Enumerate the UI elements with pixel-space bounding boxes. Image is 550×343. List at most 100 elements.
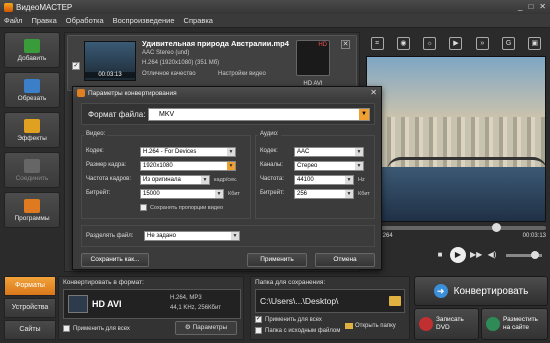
cut-icon: [24, 78, 40, 93]
file-item[interactable]: ✓ 00:03:13 Удивительная природа Австрали…: [67, 35, 357, 91]
format-audio-spec: 44,1 KHz, 256Кбит: [170, 305, 222, 311]
speed-icon[interactable]: »: [475, 36, 489, 50]
video-settings-link[interactable]: Настройки видео: [218, 71, 266, 77]
brightness-icon[interactable]: ☼: [423, 36, 437, 50]
player-toolbar: ⌗ ◉ ☼ ▶ » G ▣: [364, 32, 548, 54]
video-icon[interactable]: ▶: [449, 36, 463, 50]
split-group: Разделять файл: Не задано ▼: [81, 225, 375, 247]
file-thumbnail: 00:03:13: [84, 41, 136, 81]
menu-help[interactable]: Справка: [184, 16, 213, 25]
frequency-select[interactable]: 44100 ▼: [294, 175, 354, 185]
close-window-button[interactable]: ✕: [539, 2, 546, 11]
parameters-label: Параметры: [192, 324, 228, 331]
minimize-button[interactable]: _: [518, 2, 522, 11]
file-format-select[interactable]: MKV ▼: [148, 108, 370, 121]
sidebar: Добавить Обрезать Эффекты Соединить Прог…: [4, 32, 60, 272]
chevron-down-icon: ▼: [215, 190, 223, 198]
publish-web-button[interactable]: Разместить на сайте: [481, 308, 548, 340]
frequency-label: Частота:: [260, 176, 284, 182]
keep-aspect-label: Сохранять пропорции видео: [150, 204, 224, 211]
open-folder-label: Открыть папку: [355, 323, 396, 329]
convert-button[interactable]: ➜ Конвертировать: [414, 276, 548, 306]
maximize-button[interactable]: □: [528, 2, 533, 11]
apply-all-format[interactable]: Применить для всех: [63, 325, 130, 332]
menu-processing[interactable]: Обработка: [66, 16, 104, 25]
chevron-down-icon: ▼: [345, 190, 353, 198]
file-duration: 00:03:13: [85, 72, 135, 78]
video-codec-select[interactable]: H.264 - For Devices ▼: [140, 147, 236, 157]
programs-button-label: Программы: [14, 214, 50, 222]
save-as-button[interactable]: Сохранить как...: [81, 253, 149, 267]
video-bitrate-select[interactable]: 15000 ▼: [140, 189, 224, 199]
frame-size-label: Размер кадра:: [86, 162, 127, 168]
source-folder-option[interactable]: Папка с исходным файлом: [255, 327, 340, 334]
menu-playback[interactable]: Воспроизведение: [113, 16, 175, 25]
parameters-button[interactable]: ⚙ Параметры: [175, 321, 237, 335]
frequency-unit: Hz: [358, 177, 365, 183]
audio-bitrate-value: 256: [297, 191, 308, 197]
frequency-value: 44100: [297, 177, 314, 183]
screen-icon[interactable]: ▣: [528, 36, 542, 50]
gif-icon[interactable]: G: [502, 36, 516, 50]
save-path-field[interactable]: C:\Users\...\Desktop\: [255, 289, 405, 313]
file-checkbox[interactable]: ✓: [72, 62, 80, 70]
frame-size-select[interactable]: 1920x1080 ▼: [140, 161, 236, 171]
preview-water: [367, 167, 545, 221]
audio-bitrate-select[interactable]: 256 ▼: [294, 189, 354, 199]
audio-codec-label: Кодек:: [260, 148, 278, 154]
format-caption: Конвертировать в формат:: [63, 279, 144, 286]
format-badge: HD HD AVI: [296, 40, 330, 87]
cancel-button[interactable]: Отмена: [315, 253, 375, 267]
hd-tag: HD: [318, 42, 327, 48]
tab-devices[interactable]: Устройства: [4, 298, 56, 318]
play-button[interactable]: ▶: [450, 247, 466, 263]
apply-all-save-checkbox[interactable]: ✓: [255, 316, 262, 323]
app-title: ВидеоМАСТЕР: [16, 2, 73, 12]
open-folder-icon: [345, 323, 353, 329]
effects-button[interactable]: Эффекты: [4, 112, 60, 148]
split-value: Не задано: [147, 233, 176, 239]
remove-file-button[interactable]: ✕: [341, 40, 350, 49]
seek-bar[interactable]: [366, 223, 546, 232]
tab-sites[interactable]: Сайты: [4, 320, 56, 340]
file-quality: Отличное качество: [142, 71, 196, 77]
chevron-down-icon: ▼: [227, 162, 235, 170]
audio-codec-select[interactable]: AAC ▼: [294, 147, 364, 157]
audio-bitrate-label: Битрейт:: [260, 190, 285, 196]
source-folder-checkbox[interactable]: [255, 327, 262, 334]
cut-button[interactable]: Обрезать: [4, 72, 60, 108]
stop-button[interactable]: ■: [434, 249, 446, 261]
keep-aspect-option[interactable]: Сохранять пропорции видео: [140, 204, 223, 211]
programs-button[interactable]: Программы: [4, 192, 60, 228]
keep-aspect-checkbox[interactable]: [140, 204, 147, 211]
split-select[interactable]: Не задано ▼: [144, 231, 240, 241]
seek-handle[interactable]: [492, 223, 501, 232]
menu-edit[interactable]: Правка: [31, 16, 56, 25]
format-selector[interactable]: HD AVI H.264, MP3 44,1 KHz, 256Кбит: [63, 289, 241, 319]
publish-web-label: Разместить на сайте: [503, 316, 538, 331]
dialog-close-button[interactable]: ✕: [370, 88, 377, 97]
file-audio-info: AAC Stereo (und): [142, 50, 190, 56]
apply-all-format-checkbox[interactable]: [63, 325, 70, 332]
add-button[interactable]: Добавить: [4, 32, 60, 68]
join-icon: [24, 158, 40, 173]
folder-icon[interactable]: [389, 296, 401, 306]
fps-select[interactable]: Из оригинала ▼: [140, 175, 210, 185]
tab-formats[interactable]: Форматы: [4, 276, 56, 296]
open-folder-button[interactable]: Открыть папку: [345, 323, 396, 329]
crop-icon[interactable]: ⌗: [370, 36, 384, 50]
volume-icon[interactable]: ◀): [486, 249, 498, 261]
next-button[interactable]: ▶▶: [470, 249, 482, 261]
burn-dvd-button[interactable]: Записать DVD: [414, 308, 479, 340]
volume-slider[interactable]: [506, 250, 542, 259]
channels-select[interactable]: Стерео ▼: [294, 161, 364, 171]
effects-icon: [24, 118, 40, 133]
snapshot-icon[interactable]: ◉: [396, 36, 410, 50]
join-button[interactable]: Соединить: [4, 152, 60, 188]
channels-value: Стерео: [297, 163, 318, 169]
apply-button[interactable]: Применить: [247, 253, 307, 267]
menu-file[interactable]: Файл: [4, 16, 22, 25]
apply-all-save[interactable]: ✓ Применить для всех: [255, 316, 322, 323]
volume-handle[interactable]: [531, 250, 540, 259]
app-logo-icon: [4, 2, 13, 12]
